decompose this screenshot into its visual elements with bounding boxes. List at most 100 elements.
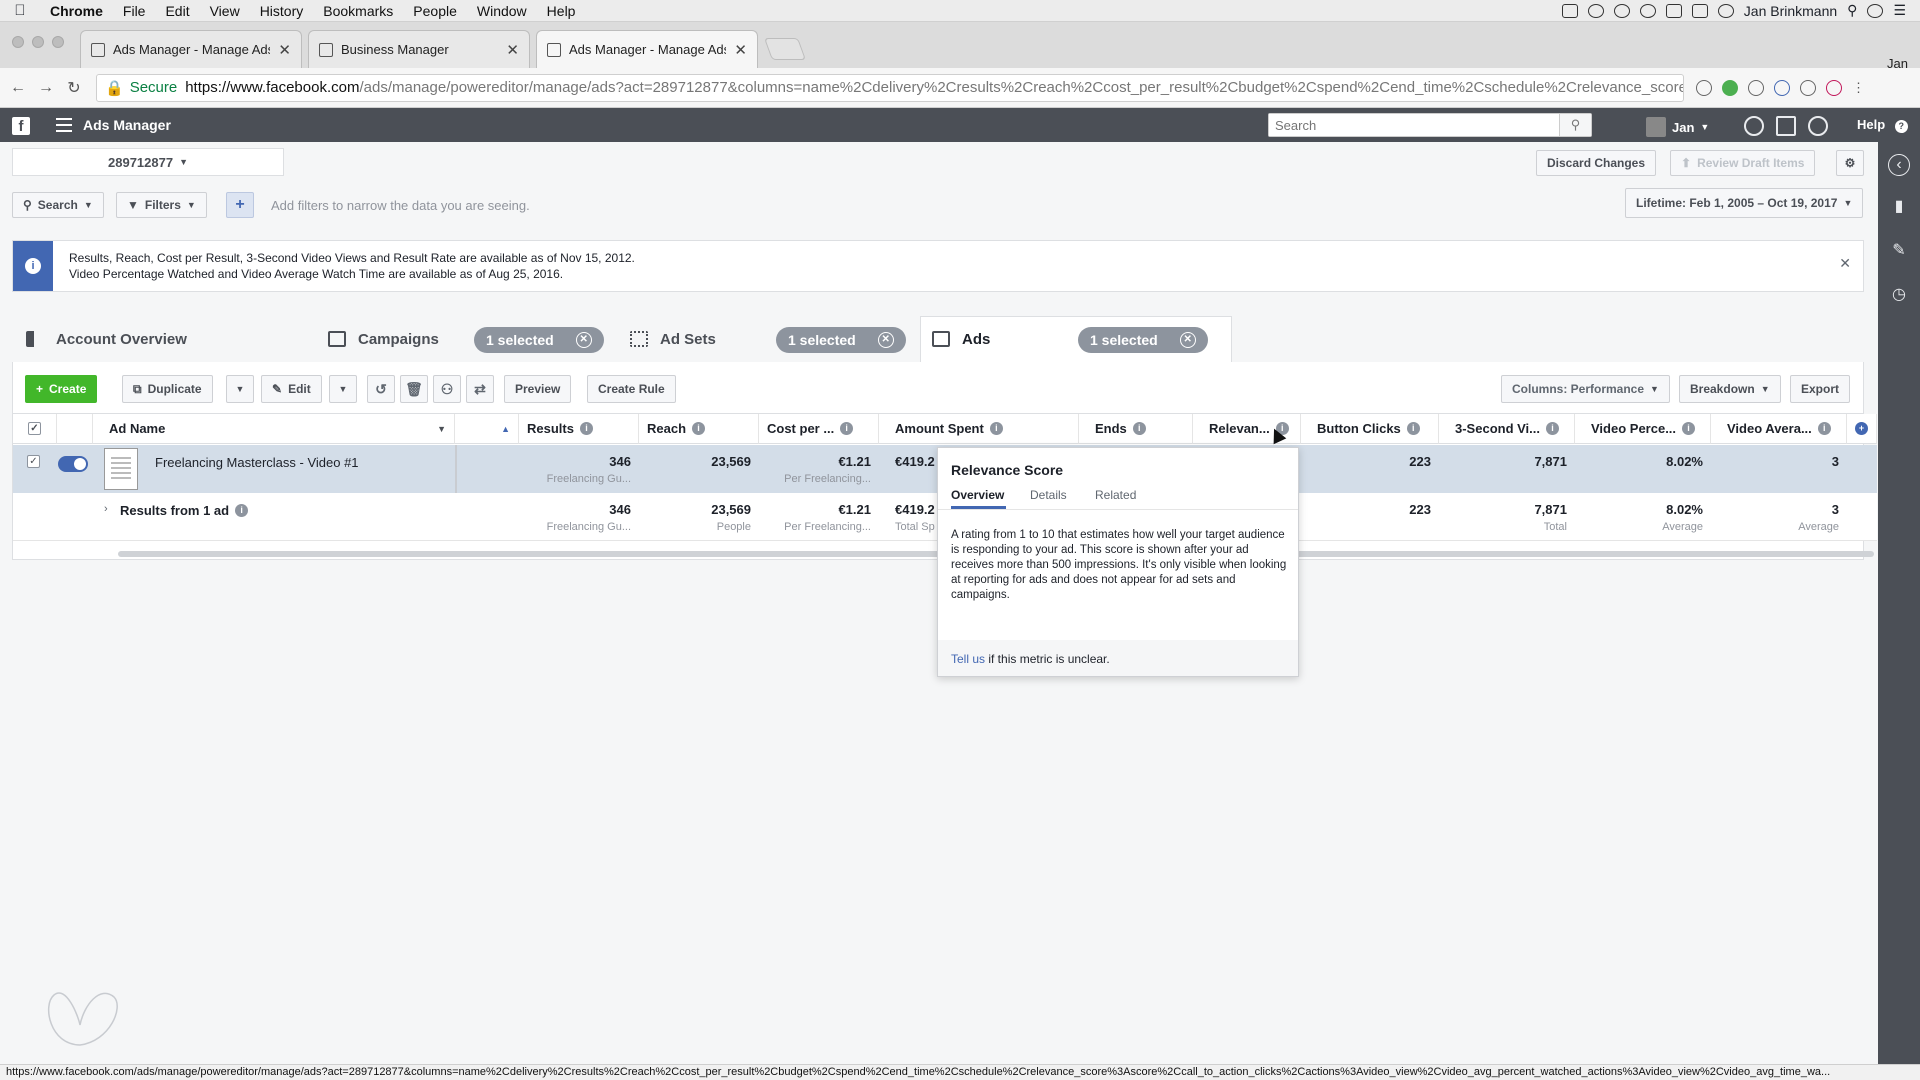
create-button[interactable]: + Create [25,375,98,403]
tell-us-link[interactable]: Tell us [951,652,985,666]
add-column-icon[interactable]: + [1855,422,1868,435]
search-icon[interactable]: ⚲ [1559,114,1591,136]
clear-selection-icon[interactable]: ✕ [575,332,592,348]
undo-icon[interactable]: ↺ [367,375,395,403]
row-checkbox[interactable]: ✓ [27,455,40,468]
search-filter-button[interactable]: ⚲ Search ▼ [12,192,104,218]
popover-tab-details[interactable]: Details [1030,488,1067,502]
spotlight-icon[interactable]: ⚲ [1847,2,1857,19]
gear-icon[interactable] [1808,116,1828,136]
discard-changes-button[interactable]: Discard Changes [1536,150,1657,176]
account-selector[interactable]: 289712877 ▼ [12,148,284,176]
edit-button[interactable]: ✎ Edit [261,375,322,403]
info-icon[interactable]: i [579,422,593,435]
extension-icon[interactable] [1748,79,1764,96]
clear-selection-icon[interactable]: ✕ [1179,332,1196,348]
popover-tab-related[interactable]: Related [1095,488,1136,502]
ads-selected-pill[interactable]: 1 selected ✕ [1078,327,1208,353]
duplicate-dropdown[interactable]: ▼ [226,375,254,403]
menu-app[interactable]: Chrome [40,3,113,19]
header-amount-spent[interactable]: Amount Spent i [879,414,1079,444]
ab-test-icon[interactable]: ⚇ [433,375,461,403]
info-icon[interactable]: i [840,422,854,435]
export-draft-icon[interactable]: ⇄ [466,375,494,403]
info-icon[interactable]: i [1406,422,1420,435]
header-3s-video-views[interactable]: 3-Second Vi... i [1439,414,1575,444]
facebook-logo-icon[interactable]: f [12,117,30,135]
header-results[interactable]: Results i [519,414,639,444]
menu-people[interactable]: People [403,3,467,19]
settings-gear-icon[interactable]: ⚙ [1836,150,1864,176]
edit-dropdown[interactable]: ▼ [329,375,357,403]
trash-icon[interactable]: 🗑 [400,375,428,403]
browser-tab[interactable]: Business Manager ✕ [308,30,530,68]
tab-account-overview[interactable]: Account Overview [26,316,187,362]
extension-icon[interactable] [1826,79,1842,96]
browser-tab-active[interactable]: Ads Manager - Manage Ads - A ✕ [536,30,758,68]
info-icon[interactable]: i [1817,422,1831,435]
ad-status-toggle[interactable] [58,456,88,472]
forward-icon[interactable]: → [32,79,60,97]
info-icon[interactable]: i [989,422,1003,435]
tab-campaigns[interactable]: Campaigns [328,316,439,362]
breakdown-dropdown[interactable]: Breakdown ▼ [1679,375,1781,403]
extension-icon[interactable] [1774,79,1790,96]
password-icon[interactable] [1639,3,1656,18]
screen-record-icon[interactable] [1561,3,1578,18]
sync-icon[interactable] [1587,3,1604,18]
header-ad-name[interactable]: Ad Name ▼ [93,414,455,444]
help-link[interactable]: Help ? [1857,117,1908,133]
time-machine-icon[interactable] [1717,3,1734,18]
mac-user-name[interactable]: Jan Brinkmann [1744,3,1837,19]
info-icon[interactable]: i [692,422,706,435]
zoom-window-button[interactable] [52,36,64,48]
expand-chevron-icon[interactable]: › [104,503,108,515]
minimize-window-button[interactable] [32,36,44,48]
preview-button[interactable]: Preview [504,375,572,403]
info-icon[interactable]: i [1546,422,1560,435]
close-window-button[interactable] [12,36,24,48]
ad-name[interactable]: Freelancing Masterclass - Video #1 [155,455,359,470]
menu-history[interactable]: History [250,3,314,19]
header-reach[interactable]: Reach i [639,414,759,444]
apple-icon[interactable]:  [0,2,40,19]
header-video-percentage[interactable]: Video Perce... i [1575,414,1711,444]
date-range-picker[interactable]: Lifetime: Feb 1, 2005 – Oct 19, 2017 ▼ [1625,188,1864,218]
history-clock-icon[interactable]: ◷ [1888,284,1910,306]
airplay-icon[interactable] [1691,3,1708,18]
columns-dropdown[interactable]: Columns: Performance ▼ [1501,375,1670,403]
popover-tab-overview[interactable]: Overview [951,488,1004,502]
tab-ads[interactable]: Ads [932,316,990,362]
header-cost-per-result[interactable]: Cost per ... i [759,414,879,444]
siri-icon[interactable] [1867,3,1884,18]
info-icon[interactable]: i [235,504,249,517]
select-all-checkbox[interactable]: ✓ [28,422,41,435]
menu-window[interactable]: Window [467,3,537,19]
info-icon[interactable]: i [1682,422,1696,435]
adsets-selected-pill[interactable]: 1 selected ✕ [776,327,906,353]
pencil-icon[interactable]: ✎ [1888,240,1910,262]
menu-edit[interactable]: Edit [155,3,199,19]
export-button[interactable]: Export [1790,375,1851,403]
extension-icon[interactable] [1722,79,1738,96]
menu-help[interactable]: Help [537,3,586,19]
reload-icon[interactable]: ↻ [60,78,88,98]
new-tab-button[interactable] [763,38,807,60]
globe-icon[interactable] [1744,116,1764,136]
menu-file[interactable]: File [113,3,156,19]
tab-ad-sets[interactable]: Ad Sets [630,316,716,362]
menu-icon[interactable] [56,118,72,132]
review-draft-items-button[interactable]: ⬆ Review Draft Items [1670,150,1816,176]
flag-icon[interactable] [1776,116,1796,136]
close-tab-icon[interactable]: ✕ [734,41,747,59]
chrome-menu-icon[interactable]: ⋮ [1852,80,1865,96]
header-button-clicks[interactable]: Button Clicks i [1301,414,1439,444]
close-tab-icon[interactable]: ✕ [506,41,519,59]
camera-icon[interactable] [1613,3,1630,18]
add-filter-button[interactable]: + [226,192,254,218]
browser-tab[interactable]: Ads Manager - Manage Ads - A ✕ [80,30,302,68]
campaigns-selected-pill[interactable]: 1 selected ✕ [474,327,604,353]
chart-icon[interactable]: ▮ [1888,196,1910,218]
info-icon[interactable]: i [1132,422,1146,435]
header-ends[interactable]: Ends i [1079,414,1193,444]
